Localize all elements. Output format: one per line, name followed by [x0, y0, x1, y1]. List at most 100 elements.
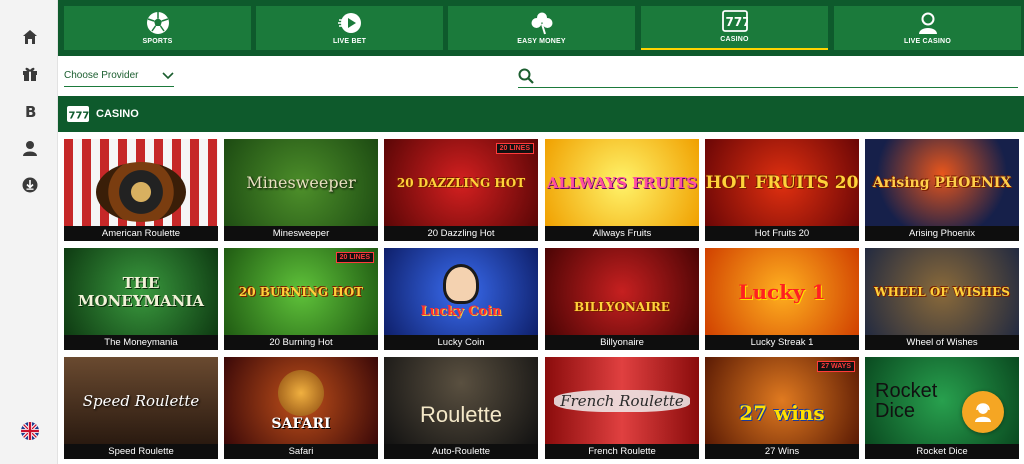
- game-title: American Roulette: [64, 226, 218, 241]
- game-tile-lucky-coin[interactable]: Lucky Coin Lucky Coin: [384, 248, 538, 350]
- game-tile-french-roulette[interactable]: French Roulette French Roulette: [545, 357, 699, 459]
- game-art: Speed Roulette: [64, 357, 218, 444]
- chevron-down-icon: [162, 71, 174, 79]
- game-title: The Moneymania: [64, 335, 218, 350]
- game-tile-20-burning-hot[interactable]: 20 BURNING HOT 20 LINES 20 Burning Hot: [224, 248, 378, 350]
- game-art: Roulette: [384, 357, 538, 444]
- game-tile-27-wins[interactable]: 27 wins 27 WAYS 27 Wins: [705, 357, 859, 459]
- support-agent-icon: [975, 403, 991, 422]
- game-tile-minesweeper[interactable]: Minesweeper Minesweeper: [224, 139, 378, 241]
- section-header: 777 CASINO: [58, 96, 1024, 132]
- game-tile-safari[interactable]: SAFARI Safari: [224, 357, 378, 459]
- section-title: CASINO: [96, 108, 139, 120]
- game-art: Arising PHOENIX: [865, 139, 1019, 226]
- game-tile-20-dazzling-hot[interactable]: 20 DAZZLING HOT 20 LINES 20 Dazzling Hot: [384, 139, 538, 241]
- game-art: THE MONEYMANIA: [64, 248, 218, 335]
- gift-icon[interactable]: [19, 63, 41, 85]
- game-tile-billyonaire[interactable]: BILLYONAIRE Billyonaire: [545, 248, 699, 350]
- tab-live-casino[interactable]: LIVE CASINO: [834, 6, 1021, 50]
- game-art-text: French Roulette: [554, 389, 690, 412]
- game-art-text: Minesweeper: [246, 173, 356, 192]
- live-chat-button[interactable]: [962, 391, 1004, 433]
- game-tile-hot-fruits-20[interactable]: HOT FRUITS 20 Hot Fruits 20: [705, 139, 859, 241]
- game-title: 27 Wins: [705, 444, 859, 459]
- svg-text:B: B: [25, 103, 36, 119]
- game-tile-arising-phoenix[interactable]: Arising PHOENIX Arising Phoenix: [865, 139, 1019, 241]
- live-dealer-icon: [918, 12, 937, 34]
- sidebar: B: [0, 0, 58, 464]
- game-tile-wheel-of-wishes[interactable]: WHEEL OF WISHES Wheel of Wishes: [865, 248, 1019, 350]
- search-input[interactable]: [540, 65, 1018, 86]
- bonus-b-icon[interactable]: B: [19, 100, 41, 122]
- game-art: WHEEL OF WISHES: [865, 248, 1019, 335]
- game-art-text: HOT FRUITS 20: [705, 172, 859, 193]
- download-icon[interactable]: [19, 174, 41, 196]
- tab-label: SPORTS: [142, 38, 173, 45]
- game-art-text: Rocket Dice: [875, 379, 938, 422]
- game-art-text: Lucky Coin: [420, 304, 502, 319]
- tab-label: CASINO: [720, 36, 749, 43]
- game-art: ALLWAYS FRUITS: [545, 139, 699, 226]
- game-tile-speed-roulette[interactable]: Speed Roulette Speed Roulette: [64, 357, 218, 459]
- game-art-text: Arising PHOENIX: [872, 174, 1012, 191]
- live-play-icon: [337, 13, 361, 33]
- game-art-text: Lucky 1: [738, 279, 826, 304]
- game-title: Lucky Streak 1: [705, 335, 859, 350]
- lines-badge: 20 LINES: [495, 143, 534, 154]
- provider-label: Choose Provider: [64, 70, 139, 81]
- game-art-text: WHEEL OF WISHES: [874, 284, 1010, 299]
- game-title: Hot Fruits 20: [705, 226, 859, 241]
- search-field: [518, 64, 1018, 88]
- tab-casino[interactable]: 777 CASINO: [641, 6, 828, 50]
- search-icon[interactable]: [518, 68, 534, 84]
- uk-flag-icon[interactable]: [19, 420, 41, 442]
- svg-text:777: 777: [725, 15, 748, 29]
- game-title: Arising Phoenix: [865, 226, 1019, 241]
- game-art: [64, 139, 218, 226]
- game-tile-lucky-streak-1[interactable]: Lucky 1 Lucky Streak 1: [705, 248, 859, 350]
- game-art: French Roulette: [545, 357, 699, 444]
- game-art-text: Speed Roulette: [82, 391, 200, 410]
- tab-label: EASY MONEY: [517, 38, 566, 45]
- game-title: Lucky Coin: [384, 335, 538, 350]
- filter-bar: Choose Provider: [58, 56, 1024, 94]
- game-art-text: BILLYONAIRE: [574, 299, 670, 314]
- ways-badge: 27 WAYS: [817, 361, 855, 372]
- game-art-text: 27 wins: [739, 400, 825, 425]
- provider-select[interactable]: Choose Provider: [64, 65, 174, 87]
- game-art-text: THE MONEYMANIA: [77, 273, 205, 310]
- game-title: Billyonaire: [545, 335, 699, 350]
- game-art-text: 20 BURNING HOT: [238, 284, 364, 299]
- clover-icon: [531, 12, 552, 35]
- tab-label: LIVE BET: [332, 38, 367, 45]
- support-agent-icon[interactable]: [19, 137, 41, 159]
- game-title: Wheel of Wishes: [865, 335, 1019, 350]
- tab-easy-money[interactable]: EASY MONEY: [448, 6, 635, 50]
- game-title: Allways Fruits: [545, 226, 699, 241]
- game-art-text: SAFARI: [271, 415, 331, 432]
- game-title: Safari: [224, 444, 378, 459]
- top-navigation: SPORTS LIVE BET EASY MONEY 777 CASINO LI…: [58, 0, 1024, 56]
- svg-text:777: 777: [69, 111, 90, 122]
- soccer-ball-icon: [146, 12, 169, 34]
- game-title: Speed Roulette: [64, 444, 218, 459]
- game-art: HOT FRUITS 20: [705, 139, 859, 226]
- lines-badge: 20 LINES: [335, 252, 374, 263]
- game-art-text: 20 DAZZLING HOT: [396, 175, 526, 190]
- game-art: Lucky 1: [705, 248, 859, 335]
- tab-live-bet[interactable]: LIVE BET: [256, 6, 443, 50]
- game-title: Rocket Dice: [865, 444, 1019, 459]
- game-art-text: ALLWAYS FRUITS: [546, 173, 698, 192]
- tab-sports[interactable]: SPORTS: [64, 6, 251, 50]
- game-tile-american-roulette[interactable]: American Roulette: [64, 139, 218, 241]
- game-grid: American Roulette Minesweeper Minesweepe…: [64, 139, 1024, 464]
- game-tile-allways-fruits[interactable]: ALLWAYS FRUITS Allways Fruits: [545, 139, 699, 241]
- game-title: 20 Burning Hot: [224, 335, 378, 350]
- game-tile-auto-roulette[interactable]: Roulette Auto-Roulette: [384, 357, 538, 459]
- game-art: Minesweeper: [224, 139, 378, 226]
- home-icon[interactable]: [19, 26, 41, 48]
- game-tile-the-moneymania[interactable]: THE MONEYMANIA The Moneymania: [64, 248, 218, 350]
- game-title: French Roulette: [545, 444, 699, 459]
- game-title: Minesweeper: [224, 226, 378, 241]
- slot-777-icon: 777: [721, 10, 748, 32]
